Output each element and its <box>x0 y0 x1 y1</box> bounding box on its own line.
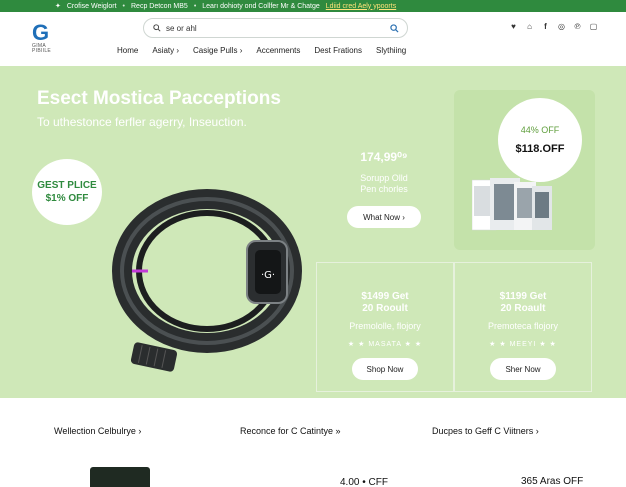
announcement-item: Crofise Weiglort <box>66 2 117 10</box>
announcement-item: Recp Detcon MB5 <box>131 2 188 10</box>
offer-discount: 44% OFF <box>520 125 560 135</box>
instagram-icon[interactable]: ◎ <box>557 22 566 31</box>
announcement-item: Learı dohioty ond Collfer Mr & Chatge <box>202 2 320 10</box>
product-price: 4.00 • CFF <box>340 477 388 487</box>
category-link-reconce[interactable]: Reconce for C Catintye » <box>240 426 341 436</box>
nav-item-asiaty[interactable]: Asiaty › <box>152 46 179 55</box>
copy-icon[interactable]: ▢ <box>589 22 598 31</box>
deal-rating: ★ ★ MEEYI ★ ★ <box>489 341 557 348</box>
deal-price-line2: 20 Roault <box>500 303 546 314</box>
deal-price-line2: 20 Rooult <box>362 303 408 314</box>
announcement-separator: • <box>193 2 197 10</box>
search-input[interactable] <box>166 23 389 33</box>
deal-price: $1199 Get 20 Roault <box>455 291 591 315</box>
deal-price: $1499 Get 20 Rooult <box>317 291 453 315</box>
offer-circle: 44% OFF $118.OFF <box>498 98 582 182</box>
search-lead-icon <box>152 23 162 33</box>
promo-text-line1: Sorupp Olld <box>360 173 408 183</box>
heart-icon[interactable]: ♥ <box>509 22 518 31</box>
announcement-bar: ✦ Crofise Weiglort • Recp Detcon MB5 • L… <box>0 0 626 12</box>
nav-item-home[interactable]: Home <box>117 46 138 55</box>
site-header: G GIMA PIBIILE ♥ ⌂ f ◎ ℗ ▢ Home Asiaty ›… <box>0 12 626 66</box>
logo-letter: G <box>32 20 50 45</box>
sher-now-button[interactable]: Sher Now <box>490 358 556 380</box>
nav-item-dest-frations[interactable]: Dest Frations <box>314 46 362 55</box>
category-link-ducpes[interactable]: Ducpes to Geff C Viitners › <box>432 426 539 436</box>
hero-banner: Esect Mostica Pacceptions To uthestonce … <box>0 66 626 398</box>
deal-subtitle: Premololle, flojory <box>349 321 421 331</box>
deal-panel: $1499 Get 20 Rooult Premololle, flojory … <box>316 262 454 392</box>
smart-band-image: ·G· <box>112 189 302 372</box>
announcement-separator: • <box>122 2 125 10</box>
nav-item-accenments[interactable]: Accenments <box>256 46 300 55</box>
offer-card[interactable]: 44% OFF $118.OFF <box>454 90 595 250</box>
pinterest-icon[interactable]: ℗ <box>573 22 582 31</box>
deal-price-line1: $1199 Get <box>499 291 547 302</box>
offer-price: $118.OFF <box>515 143 565 155</box>
category-link-wellection[interactable]: Wellection Celbulrye › <box>54 426 141 436</box>
home-icon[interactable]: ⌂ <box>525 22 534 31</box>
nav-item-casige-pulls[interactable]: Casige Pulls › <box>193 46 242 55</box>
deal-rating: ★ ★ MASATA ★ ★ <box>347 341 423 348</box>
search-icon[interactable] <box>389 23 399 33</box>
product-photos-image <box>472 178 552 231</box>
price-badge: GEST PLICE $1% OFF <box>32 159 102 225</box>
promo-text-line2: Pen chorles <box>360 184 408 194</box>
header-icons: ♥ ⌂ f ◎ ℗ ▢ <box>509 22 598 31</box>
promo-price: 174,99⁰⁹ <box>360 150 408 164</box>
product-thumbnail[interactable] <box>90 467 150 487</box>
product-discount: 365 Aras OFF <box>521 476 584 487</box>
main-nav: Home Asiaty › Casige Pulls › Accenments … <box>117 46 406 55</box>
promo-text: Sorupp Olld Pen chorles <box>325 173 443 195</box>
device-mark: ·G· <box>261 270 275 281</box>
logo-text: GIMA PIBIILE <box>32 43 52 54</box>
badge-line2: $1% OFF <box>45 193 89 204</box>
what-now-button[interactable]: What Now › <box>347 206 421 228</box>
nav-item-slythiing[interactable]: Slythiing <box>376 46 406 55</box>
facebook-icon[interactable]: f <box>541 22 550 31</box>
brand-logo[interactable]: G GIMA PIBIILE <box>32 22 54 54</box>
hero-title: Esect Mostica Pacceptions <box>37 88 281 109</box>
announcement-icon: ✦ <box>55 3 61 10</box>
hero-subtitle: To uthestonce ferfler agerry, Inseuction… <box>37 115 247 129</box>
deal-subtitle: Premoteca flojory <box>487 321 559 331</box>
announcement-link[interactable]: Ldiid cred Aely ypoorts <box>326 3 396 10</box>
promo-block: 174,99⁰⁹ Sorupp Olld Pen chorles What No… <box>325 150 443 228</box>
shop-now-button[interactable]: Shop Now <box>352 358 418 380</box>
deal-price-line1: $1499 Get <box>361 291 409 302</box>
badge-line1: GEST PLICE <box>37 180 97 191</box>
search-bar <box>143 18 408 38</box>
deal-panel: $1199 Get 20 Roault Premoteca flojory ★ … <box>454 262 592 392</box>
